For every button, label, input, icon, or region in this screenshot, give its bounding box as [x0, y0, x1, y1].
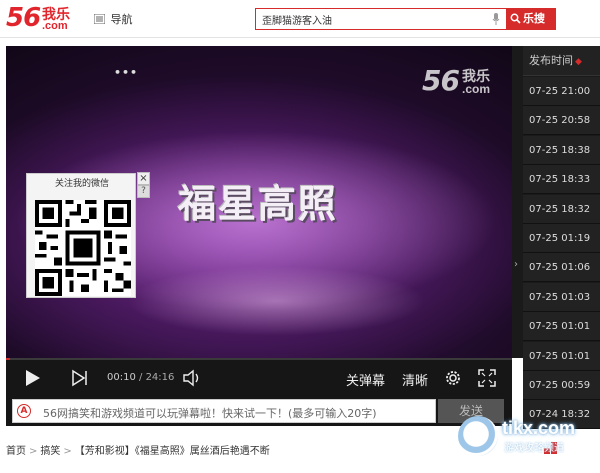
breadcrumb-separator: > — [63, 446, 72, 457]
light-flare — [126, 266, 426, 336]
menu-icon — [94, 14, 105, 24]
danmu-toggle-button[interactable]: 关弹幕 — [346, 370, 385, 389]
search-icon — [510, 13, 521, 24]
time-current: 00:10 — [107, 372, 136, 383]
time-total: 24:16 — [145, 372, 175, 383]
search-input[interactable] — [262, 12, 482, 26]
danmu-style-icon[interactable]: A — [17, 404, 31, 418]
chevron-right-icon: › — [514, 259, 518, 270]
player-watermark: 56 我乐 .com — [422, 64, 508, 100]
site-watermark: tikx.com 游戏攻略频道 — [458, 416, 594, 462]
qr-help-button[interactable]: ? — [137, 185, 150, 198]
episode-list-item[interactable]: 07-25 18:32 — [523, 194, 600, 224]
breadcrumb-home[interactable]: 首页 — [6, 446, 26, 457]
settings-gear-icon[interactable] — [443, 368, 463, 388]
qr-title: 关注我的微信 — [54, 179, 109, 189]
search-button[interactable]: 乐搜 — [506, 8, 556, 30]
video-title-art: 福星高照 — [178, 182, 339, 226]
logo-com: .com — [42, 20, 68, 32]
episode-list-item[interactable]: 07-25 01:01 — [523, 312, 600, 342]
watermark-ring-icon — [458, 416, 498, 456]
episode-list-item[interactable]: 07-25 21:00 — [523, 77, 600, 106]
episode-list-item[interactable]: 07-25 01:03 — [523, 282, 600, 312]
breadcrumb-separator: > — [29, 446, 38, 457]
qr-close-button[interactable]: × — [137, 172, 150, 185]
list-toggle-handle[interactable]: › — [512, 46, 523, 358]
next-icon[interactable] — [71, 369, 89, 387]
episode-list-item[interactable]: 07-25 01:01 — [523, 341, 600, 371]
fullscreen-icon[interactable] — [478, 369, 496, 387]
breadcrumb-video-title: 【芳和影视】《福星高照》属丝酒后艳遇不断 — [74, 446, 270, 457]
danmu-bar: A 56网搞笑和游戏频道可以玩弹幕啦！快来试一下！(最多可输入20字) 发送 — [6, 396, 512, 426]
episode-list-item[interactable]: 07-25 01:06 — [523, 253, 600, 283]
player-controls: 00:10 / 24:16 关弹幕 清晰 — [6, 358, 512, 396]
logo-number: 56 — [6, 3, 41, 33]
episode-list: 发布时间 ◆ 07-25 21:00 07-25 20:58 07-25 18:38 0… — [523, 46, 600, 430]
nav-menu-button[interactable]: 导航 — [94, 11, 133, 27]
time-display: 00:10 / 24:16 — [107, 372, 174, 383]
watermark-site-sub: 游戏攻略频道 — [504, 443, 564, 454]
danmu-placeholder: 56网搞笑和游戏频道可以玩弹幕啦！快来试一下！(最多可输入20字) — [43, 407, 377, 420]
qr-code-image — [35, 200, 131, 296]
breadcrumb-category[interactable]: 搞笑 — [40, 446, 60, 457]
danmu-input[interactable]: A 56网搞笑和游戏频道可以玩弹幕啦！快来试一下！(最多可输入20字) — [12, 399, 436, 423]
time-separator: / — [135, 372, 146, 383]
wechat-qr-panel: 关注我的微信 — [26, 173, 136, 298]
play-icon[interactable] — [24, 369, 42, 387]
search-button-label: 乐搜 — [523, 12, 545, 25]
watermark-site-name: tikx.com — [502, 418, 576, 438]
site-logo[interactable]: 56 我乐 .com — [6, 3, 76, 35]
volume-icon[interactable] — [182, 368, 202, 388]
top-header: 56 我乐 .com 导航 乐搜 — [0, 0, 600, 38]
microphone-icon[interactable] — [492, 13, 500, 25]
quality-button[interactable]: 清晰 — [402, 370, 428, 389]
episode-list-item[interactable]: 07-25 18:38 — [523, 135, 600, 165]
episode-list-item[interactable]: 07-25 20:58 — [523, 106, 600, 136]
list-sort-header[interactable]: 发布时间 ◆ — [523, 46, 600, 76]
episode-list-item[interactable]: 07-25 00:59 — [523, 371, 600, 400]
more-icon[interactable]: ••• — [114, 66, 138, 79]
progress-fill — [6, 358, 10, 360]
watermark-com: .com — [462, 82, 491, 96]
nav-label: 导航 — [110, 13, 133, 26]
episode-list-item[interactable]: 07-25 01:19 — [523, 224, 600, 253]
episode-list-item[interactable]: 07-25 18:33 — [523, 165, 600, 195]
progress-bar[interactable] — [6, 358, 512, 360]
watermark-number: 56 — [422, 64, 460, 97]
sort-arrow-icon: ◆ — [575, 57, 582, 67]
breadcrumb: 首页 > 搞笑 > 【芳和影视】《福星高照》属丝酒后艳遇不断 — [6, 442, 270, 457]
search-bar: 乐搜 — [255, 8, 556, 30]
list-header-label: 发布时间 — [529, 54, 573, 67]
